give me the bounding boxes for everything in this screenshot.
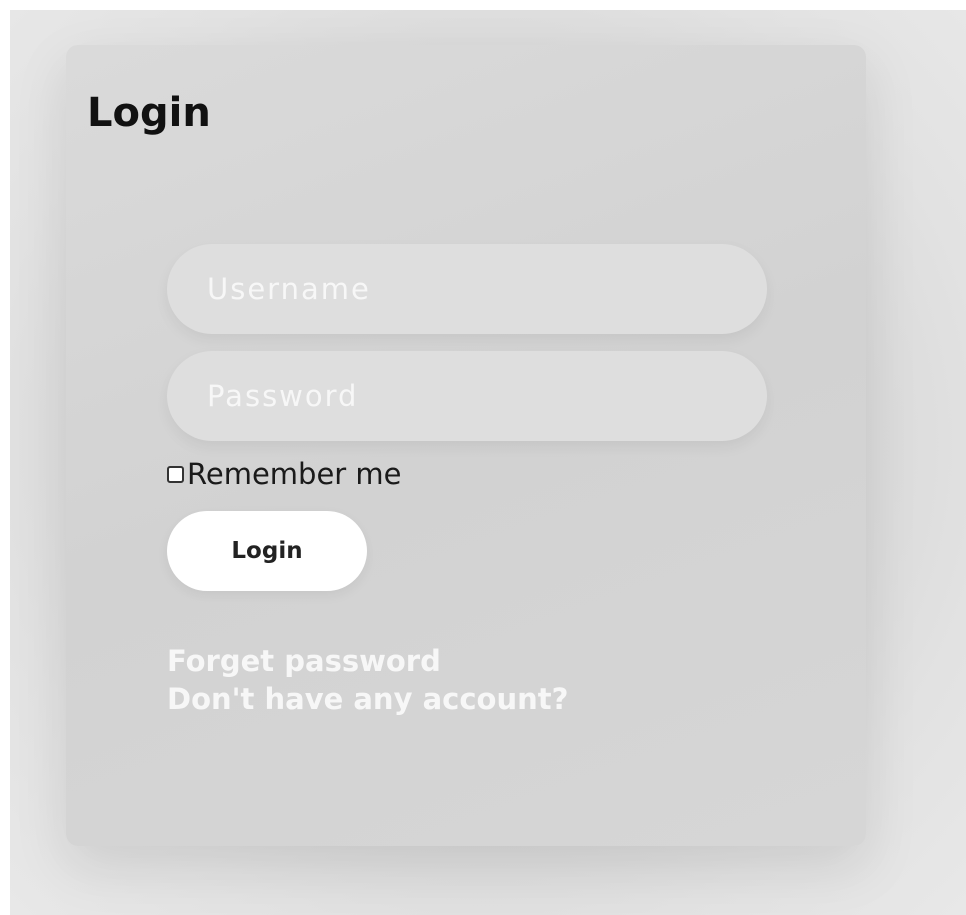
password-input[interactable] [167, 351, 767, 441]
password-field[interactable] [167, 351, 767, 441]
login-card: Login Remember me Login Forget password … [66, 45, 866, 846]
username-input[interactable] [167, 244, 767, 334]
forget-password-link[interactable]: Forget password [167, 647, 441, 676]
page-background: Login Remember me Login Forget password … [10, 10, 966, 915]
login-title: Login [87, 90, 211, 136]
remember-me-label: Remember me [187, 457, 402, 491]
remember-me-checkbox[interactable] [167, 465, 184, 483]
username-field[interactable] [167, 244, 767, 334]
remember-me[interactable]: Remember me [167, 457, 402, 491]
login-button[interactable]: Login [167, 511, 367, 591]
signup-link[interactable]: Don't have any account? [167, 685, 568, 714]
